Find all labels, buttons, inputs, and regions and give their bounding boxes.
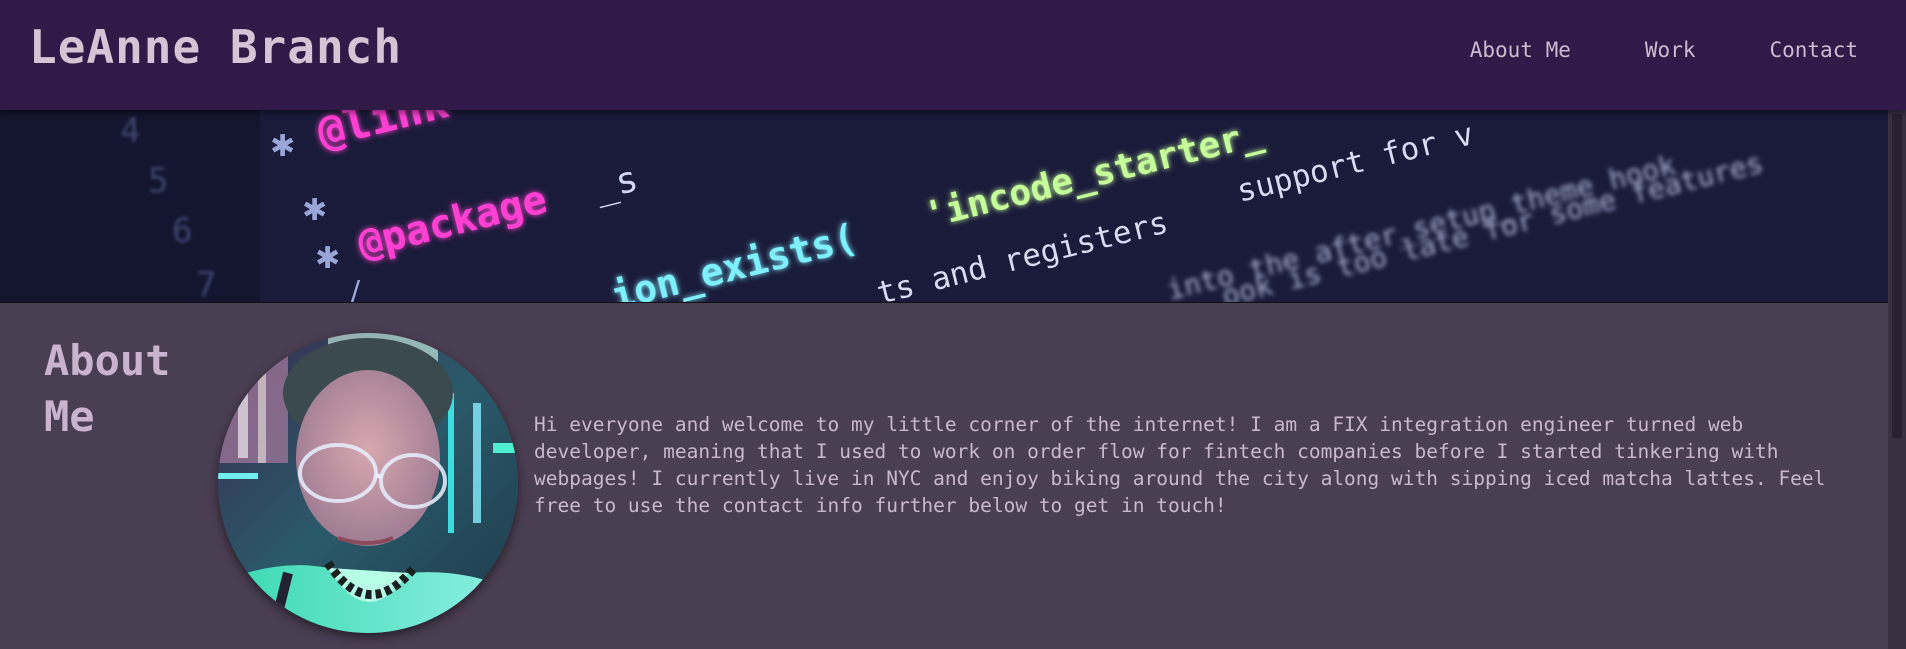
nav-link-about-me[interactable]: About Me <box>1470 38 1571 62</box>
asterisk-icon: ✱ <box>270 129 295 164</box>
main-nav: About Me Work Contact <box>1470 38 1858 62</box>
hero-banner-image: 4 5 6 7 ✱ ✱ ✱ / @link @package _s 'incod… <box>0 110 1906 303</box>
asterisk-icon: ✱ <box>302 193 327 228</box>
line-number: 5 <box>148 161 168 201</box>
nav-link-contact[interactable]: Contact <box>1769 38 1858 62</box>
hero-code-image: 4 5 6 7 ✱ ✱ ✱ / @link @package _s 'incod… <box>0 110 1906 302</box>
about-description: Hi everyone and welcome to my little cor… <box>534 413 1826 517</box>
about-section: About Me Hi everyone and welcome to my l… <box>0 303 1888 649</box>
vertical-scrollbar[interactable] <box>1888 110 1906 649</box>
line-number: 6 <box>172 211 192 251</box>
profile-photo <box>218 333 518 633</box>
scrollbar-thumb[interactable] <box>1892 114 1902 438</box>
profile-photo-image <box>218 333 518 633</box>
svg-text:/: / <box>350 275 361 302</box>
line-number: 4 <box>120 111 140 151</box>
line-number: 7 <box>196 265 216 302</box>
asterisk-icon: ✱ <box>315 241 340 276</box>
nav-link-work[interactable]: Work <box>1645 38 1696 62</box>
site-title[interactable]: LeAnne Branch <box>29 20 402 74</box>
about-heading: About Me <box>44 336 171 441</box>
site-header: LeAnne Branch About Me Work Contact <box>0 0 1906 110</box>
